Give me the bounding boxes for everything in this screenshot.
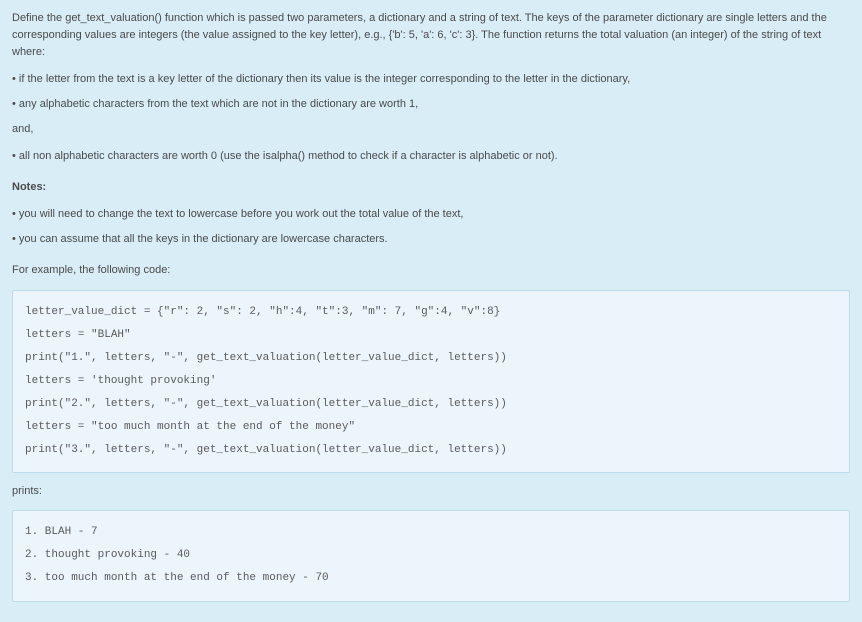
prints-label: prints: <box>12 483 850 500</box>
note-1: you will need to change the text to lowe… <box>12 206 850 223</box>
intro-paragraph: Define the get_text_valuation() function… <box>12 10 850 61</box>
notes-heading: Notes: <box>12 179 850 196</box>
code-example-box: letter_value_dict = {"r": 2, "s": 2, "h"… <box>12 290 850 474</box>
rule-2: any alphabetic characters from the text … <box>12 96 850 113</box>
note-2: you can assume that all the keys in the … <box>12 231 850 248</box>
rule-1: if the letter from the text is a key let… <box>12 71 850 88</box>
example-intro: For example, the following code: <box>12 262 850 279</box>
output-example-box: 1. BLAH - 7 2. thought provoking - 40 3.… <box>12 510 850 601</box>
and-text: and, <box>12 121 850 138</box>
rule-3: all non alphabetic characters are worth … <box>12 148 850 165</box>
